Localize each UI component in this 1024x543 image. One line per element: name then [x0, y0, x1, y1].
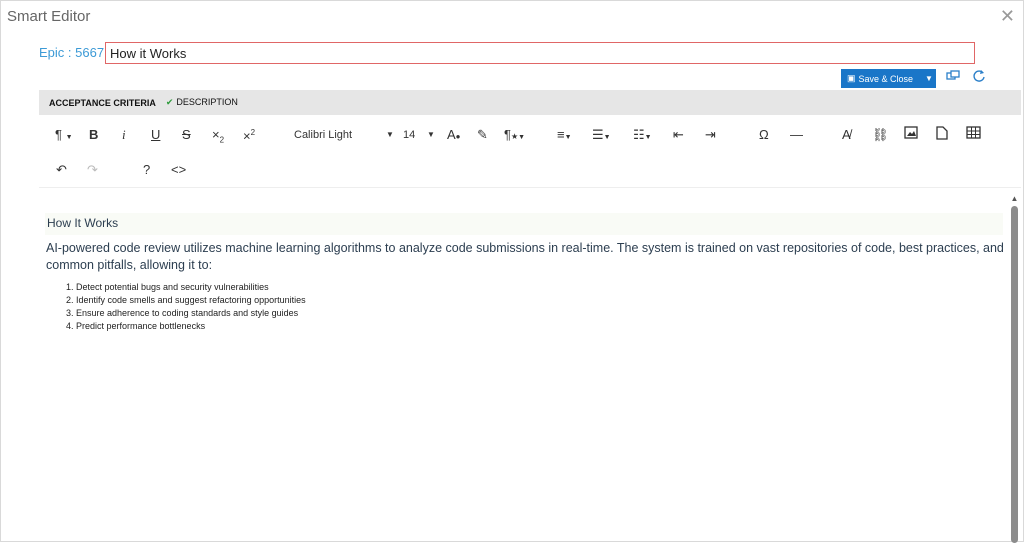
underline-icon[interactable]: U — [151, 127, 160, 143]
horizontal-line-icon[interactable]: — — [790, 127, 803, 143]
paragraph-format-icon[interactable]: ¶ ▼ — [55, 127, 73, 146]
list-item: Identify code smells and suggest refacto… — [76, 294, 306, 307]
content-list: Detect potential bugs and security vulne… — [53, 281, 306, 333]
strikethrough-icon[interactable]: S — [182, 127, 191, 143]
save-dropdown-icon[interactable]: ▼ — [922, 74, 936, 83]
list-item: Ensure adherence to coding standards and… — [76, 307, 306, 320]
highlight-icon[interactable]: ✎ — [477, 127, 488, 143]
editor-toolbar: ¶ ▼ B i U S ×2 ×2 Calibri Light ▼ 14 ▼ A… — [39, 115, 1021, 188]
ordered-list-icon[interactable]: ☰▼ — [592, 127, 611, 146]
content-paragraph: AI-powered code review utilizes machine … — [46, 241, 1004, 272]
scroll-up-icon[interactable]: ▲ — [1010, 194, 1019, 203]
bold-icon[interactable]: B — [89, 127, 98, 143]
editor-content[interactable]: How It Works AI-powered code review util… — [39, 188, 1009, 543]
indent-icon[interactable]: ⇥ — [705, 127, 716, 143]
font-family-select[interactable]: Calibri Light — [294, 127, 352, 143]
list-item: Predict performance bottlenecks — [76, 320, 306, 333]
check-icon: ✔ — [165, 97, 174, 107]
special-characters-icon[interactable]: Ω — [759, 127, 769, 143]
file-icon[interactable] — [936, 126, 948, 144]
tab-description-label: DESCRIPTION — [176, 97, 238, 107]
redo-icon[interactable]: ↷ — [87, 162, 98, 178]
save-close-label: Save & Close — [858, 73, 914, 84]
smart-editor-dialog: Smart Editor ✕ Epic : 5667 ▣Save & Close… — [0, 0, 1024, 543]
tab-description[interactable]: ✔ DESCRIPTION — [166, 97, 238, 108]
link-icon[interactable]: ⛓ — [872, 127, 889, 143]
tab-bar: ACCEPTANCE CRITERIA ✔ DESCRIPTION — [39, 90, 1021, 115]
heading-block: How It Works — [45, 213, 1003, 235]
font-family-dropdown-icon[interactable]: ▼ — [386, 127, 394, 143]
popout-icon[interactable] — [945, 69, 961, 85]
vertical-scrollbar[interactable]: ▲ — [1010, 194, 1019, 543]
undo-icon[interactable]: ↶ — [56, 162, 67, 178]
image-icon[interactable] — [904, 126, 918, 143]
subscript-icon[interactable]: ×2 — [212, 127, 224, 149]
dialog-title: Smart Editor — [7, 8, 91, 25]
help-icon[interactable]: ? — [143, 162, 150, 178]
text-color-icon[interactable]: A● — [447, 127, 461, 145]
refresh-icon[interactable] — [971, 69, 987, 85]
tab-acceptance-criteria[interactable]: ACCEPTANCE CRITERIA — [49, 98, 156, 108]
italic-icon[interactable]: i — [122, 127, 126, 143]
clear-formatting-icon[interactable]: A̸ — [842, 127, 851, 143]
font-size-dropdown-icon[interactable]: ▼ — [427, 127, 435, 143]
superscript-icon[interactable]: ×2 — [243, 125, 255, 144]
content-heading: How It Works — [47, 216, 119, 230]
table-icon[interactable] — [966, 126, 981, 143]
save-close-button[interactable]: ▣ Save & Close ▼ — [841, 69, 936, 88]
title-input[interactable] — [105, 42, 975, 64]
list-item: Detect potential bugs and security vulne… — [76, 281, 306, 294]
save-icon: ▣ — [847, 73, 856, 83]
paragraph-style-icon[interactable]: ¶★▼ — [504, 127, 525, 146]
close-icon[interactable]: ✕ — [1000, 7, 1015, 25]
code-view-icon[interactable]: <> — [171, 162, 186, 178]
epic-label: Epic : 5667 — [39, 45, 105, 60]
outdent-icon[interactable]: ⇤ — [673, 127, 684, 143]
align-icon[interactable]: ≡▼ — [557, 127, 572, 146]
unordered-list-icon[interactable]: ☷▼ — [633, 127, 652, 146]
scroll-thumb[interactable] — [1011, 206, 1018, 543]
font-size-select[interactable]: 14 — [403, 127, 415, 143]
